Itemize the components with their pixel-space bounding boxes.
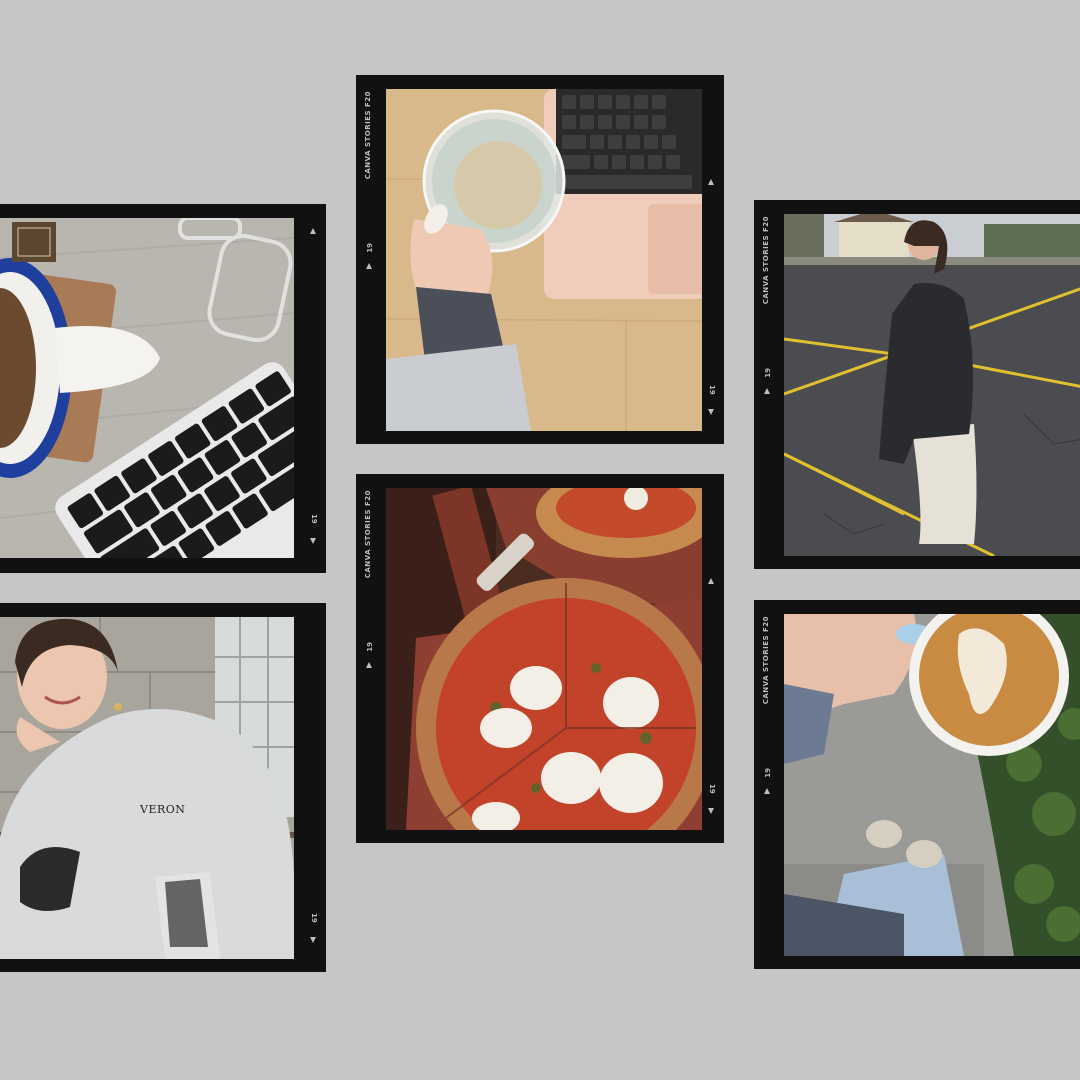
latte-photo bbox=[784, 614, 1080, 956]
film-marker-icon bbox=[310, 228, 316, 234]
parking-lot-portrait-photo bbox=[784, 214, 1080, 556]
film-marker-icon bbox=[708, 179, 714, 185]
photo-frame-keyboard: 19 bbox=[0, 204, 326, 573]
film-marker-icon bbox=[764, 788, 770, 794]
film-marker-icon bbox=[708, 808, 714, 814]
film-marker-icon bbox=[708, 578, 714, 584]
film-label: CANVA STORIES F20 bbox=[762, 216, 770, 305]
frame-number: 19 bbox=[764, 768, 772, 778]
photo-frame-latte: CANVA STORIES F20 19 bbox=[754, 600, 1080, 969]
pizza-photo bbox=[386, 488, 702, 830]
photo-frame-sweatshirt: VERON 19 bbox=[0, 603, 326, 972]
frame-number: 19 bbox=[310, 514, 318, 524]
photo-frame-parking-lot: CANVA STORIES F20 19 bbox=[754, 200, 1080, 569]
film-label: CANVA STORIES F20 bbox=[762, 616, 770, 705]
frame-number: 19 bbox=[366, 642, 374, 652]
film-marker-icon bbox=[764, 388, 770, 394]
film-label: CANVA STORIES F20 bbox=[364, 490, 372, 579]
sweatshirt-portrait-photo bbox=[0, 617, 294, 959]
film-marker-icon bbox=[366, 263, 372, 269]
keyboard-mug-photo bbox=[0, 218, 294, 558]
film-marker-icon bbox=[708, 409, 714, 415]
frame-number: 19 bbox=[310, 913, 318, 923]
film-label: CANVA STORIES F20 bbox=[364, 91, 372, 180]
photo-frame-pizza: CANVA STORIES F20 19 19 bbox=[356, 474, 724, 843]
frame-number: 19 bbox=[764, 368, 772, 378]
frame-number: 19 bbox=[708, 784, 716, 794]
film-marker-icon bbox=[310, 538, 316, 544]
photo-frame-water-glass: CANVA STORIES F20 19 19 bbox=[356, 75, 724, 444]
water-glass-laptop-photo bbox=[386, 89, 702, 431]
film-marker-icon bbox=[310, 937, 316, 943]
film-marker-icon bbox=[366, 662, 372, 668]
frame-number: 19 bbox=[366, 243, 374, 253]
sweater-text: VERON bbox=[140, 803, 186, 816]
frame-number: 19 bbox=[708, 385, 716, 395]
